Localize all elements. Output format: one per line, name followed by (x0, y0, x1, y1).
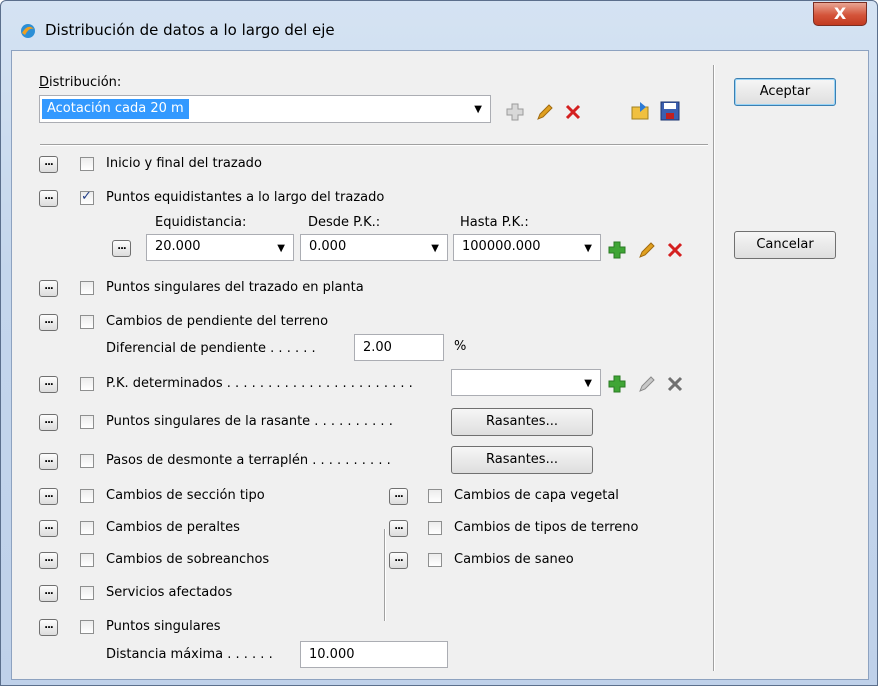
distribution-select[interactable]: Acotación cada 20 m ▼ (39, 95, 491, 123)
singulares-rasante-label: Puntos singulares de la rasante . . . . … (106, 414, 393, 429)
equidistancia-value: 20.000 (155, 239, 201, 254)
peraltes-label: Cambios de peraltes (106, 520, 240, 535)
pasos-desmonte-options-button[interactable]: ... (39, 453, 58, 470)
diferencial-pendiente-value: 2.00 (363, 340, 392, 355)
singulares-rasante-options-button[interactable]: ... (39, 414, 58, 431)
diferencial-pendiente-label: Diferencial de pendiente . . . . . . (106, 341, 316, 356)
singulares-planta-checkbox[interactable] (80, 281, 94, 295)
close-button[interactable]: X (813, 2, 867, 26)
rasantes-button-1[interactable]: Rasantes... (451, 408, 593, 436)
add-distribution-icon[interactable] (506, 103, 524, 121)
hasta-pk-select[interactable]: 100000.000 ▼ (453, 234, 601, 261)
separator-vertical (713, 65, 715, 671)
delete-pk-icon[interactable] (666, 375, 684, 393)
singulares-planta-options-button[interactable]: ... (39, 280, 58, 297)
separator-column (384, 529, 386, 621)
rasantes-button-2[interactable]: Rasantes... (451, 446, 593, 474)
diferencial-pendiente-input[interactable]: 2.00 (354, 334, 444, 361)
distancia-maxima-input[interactable]: 10.000 (300, 641, 448, 668)
title-bar[interactable]: Distribución de datos a lo largo del eje… (1, 1, 877, 45)
saneo-options-button[interactable]: ... (389, 552, 408, 569)
save-icon[interactable] (660, 101, 680, 121)
pk-determinados-label: P.K. determinados . . . . . . . . . . . … (106, 376, 413, 391)
pasos-desmonte-label: Pasos de desmonte a terraplén . . . . . … (106, 453, 391, 468)
saneo-checkbox[interactable] (428, 553, 442, 567)
sobreanchos-options-button[interactable]: ... (39, 552, 58, 569)
add-pk-icon[interactable] (608, 375, 626, 393)
capa-vegetal-options-button[interactable]: ... (389, 488, 408, 505)
singulares-rasante-checkbox[interactable] (80, 415, 94, 429)
inicio-final-options-button[interactable]: ... (39, 156, 58, 173)
chevron-down-icon[interactable]: ▼ (584, 378, 592, 389)
equidistantes-options-button[interactable]: ... (39, 190, 58, 207)
equidistantes-label: Puntos equidistantes a lo largo del traz… (106, 190, 385, 205)
sobreanchos-label: Cambios de sobreanchos (106, 552, 270, 567)
chevron-down-icon[interactable]: ▼ (474, 104, 482, 115)
peraltes-checkbox[interactable] (80, 521, 94, 535)
singulares-planta-label: Puntos singulares del trazado en planta (106, 280, 364, 295)
sobreanchos-checkbox[interactable] (80, 553, 94, 567)
equidistantes-checkbox[interactable] (80, 189, 94, 205)
dialog-client-area: Distribución: Acotación cada 20 m ▼ Acep… (11, 50, 869, 680)
accept-button[interactable]: Aceptar (734, 78, 836, 106)
distribution-label: Distribución: (39, 75, 122, 90)
puntos-singulares-label: Puntos singulares (106, 619, 221, 634)
separator-horizontal (40, 144, 708, 146)
pk-determinados-checkbox[interactable] (80, 377, 94, 391)
tipos-terreno-options-button[interactable]: ... (389, 520, 408, 537)
app-icon (21, 24, 35, 38)
seccion-tipo-label: Cambios de sección tipo (106, 488, 265, 503)
edit-pk-icon[interactable] (638, 375, 656, 393)
pk-determinados-options-button[interactable]: ... (39, 376, 58, 393)
add-equidistance-icon[interactable] (608, 241, 626, 259)
pendiente-unit: % (454, 339, 467, 354)
capa-vegetal-checkbox[interactable] (428, 489, 442, 503)
cambios-pendiente-options-button[interactable]: ... (39, 314, 58, 331)
window-title: Distribución de datos a lo largo del eje (45, 21, 335, 39)
saneo-label: Cambios de saneo (454, 552, 574, 567)
pasos-desmonte-checkbox[interactable] (80, 454, 94, 468)
edit-equidistance-icon[interactable] (638, 241, 656, 259)
cancel-button[interactable]: Cancelar (734, 231, 836, 259)
delete-distribution-icon[interactable] (564, 103, 582, 121)
equidistancia-label: Equidistancia: (155, 215, 247, 230)
distancia-maxima-value: 10.000 (309, 647, 355, 662)
tipos-terreno-checkbox[interactable] (428, 521, 442, 535)
servicios-label: Servicios afectados (106, 585, 233, 600)
peraltes-options-button[interactable]: ... (39, 520, 58, 537)
hasta-pk-value: 100000.000 (462, 239, 541, 254)
delete-equidistance-icon[interactable] (666, 241, 684, 259)
inicio-final-label: Inicio y final del trazado (106, 156, 262, 171)
servicios-checkbox[interactable] (80, 586, 94, 600)
chevron-down-icon[interactable]: ▼ (277, 243, 285, 254)
edit-distribution-icon[interactable] (536, 103, 554, 121)
cambios-pendiente-checkbox[interactable] (80, 315, 94, 329)
hasta-pk-label: Hasta P.K.: (460, 215, 529, 230)
equidistancia-select[interactable]: 20.000 ▼ (146, 234, 294, 261)
cambios-pendiente-label: Cambios de pendiente del terreno (106, 314, 329, 329)
puntos-singulares-options-button[interactable]: ... (39, 619, 58, 636)
puntos-singulares-checkbox[interactable] (80, 620, 94, 634)
seccion-tipo-options-button[interactable]: ... (39, 488, 58, 505)
pk-determinados-select[interactable]: ▼ (451, 369, 601, 396)
servicios-options-button[interactable]: ... (39, 585, 58, 602)
chevron-down-icon[interactable]: ▼ (431, 243, 439, 254)
distancia-maxima-label: Distancia máxima . . . . . . (106, 647, 273, 662)
desde-pk-label: Desde P.K.: (308, 215, 381, 230)
distribution-label-text: istribución: (49, 75, 122, 90)
tipos-terreno-label: Cambios de tipos de terreno (454, 520, 639, 535)
seccion-tipo-checkbox[interactable] (80, 489, 94, 503)
import-icon[interactable] (630, 101, 652, 121)
distribution-selected-value: Acotación cada 20 m (42, 99, 189, 119)
desde-pk-select[interactable]: 0.000 ▼ (300, 234, 448, 261)
capa-vegetal-label: Cambios de capa vegetal (454, 488, 619, 503)
chevron-down-icon[interactable]: ▼ (584, 243, 592, 254)
dialog-window: Distribución de datos a lo largo del eje… (0, 0, 878, 686)
desde-pk-value: 0.000 (309, 239, 347, 254)
inicio-final-checkbox[interactable] (80, 157, 94, 171)
equidistancia-options-button[interactable]: ... (112, 240, 131, 257)
